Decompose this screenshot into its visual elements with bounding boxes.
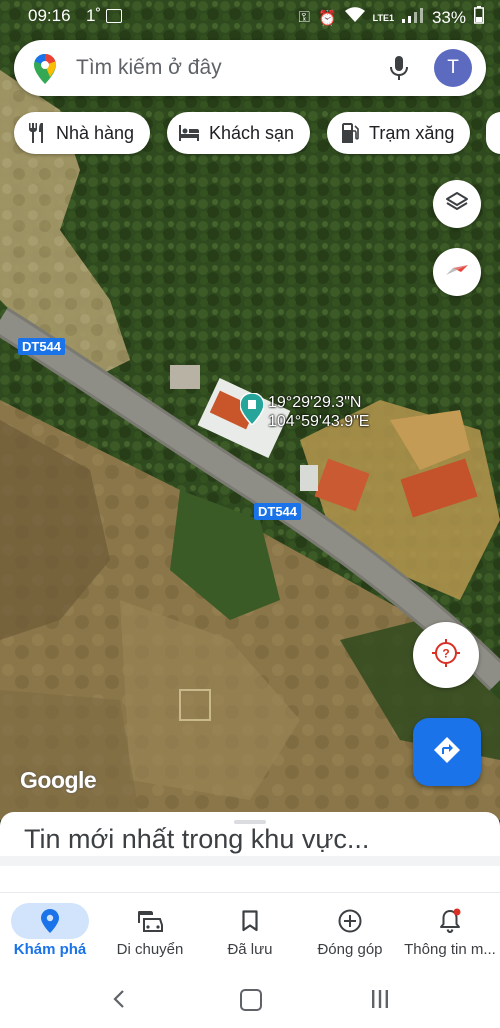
sheet-divider: [0, 856, 500, 866]
key-icon: ⚿: [298, 9, 310, 26]
status-time: 09:16: [28, 6, 71, 25]
svg-text:?: ?: [442, 646, 449, 660]
tab-contribute[interactable]: Đóng góp: [300, 893, 400, 971]
chip-label: Nhà hàng: [56, 122, 135, 143]
commute-icon: [111, 903, 189, 939]
chip-restaurants[interactable]: Nhà hàng: [14, 112, 151, 154]
tab-label: Di chuyển: [116, 941, 184, 958]
tab-label: Đã lưu: [227, 941, 273, 958]
tab-label: Khám phá: [13, 941, 87, 958]
gas-station-icon: [339, 122, 361, 144]
search-input[interactable]: Tìm kiếm ở đây: [76, 56, 222, 80]
explore-pin-icon: [11, 903, 89, 939]
layers-icon: [445, 190, 469, 219]
google-maps-logo-icon: [34, 54, 56, 89]
system-navigation-bar: [0, 970, 500, 1028]
tab-commute[interactable]: Di chuyển: [100, 893, 200, 971]
notifications-icon: [411, 903, 489, 939]
signal-icon: [401, 7, 424, 28]
microphone-icon[interactable]: [390, 56, 408, 85]
tab-saved[interactable]: Đã lưu: [200, 893, 300, 971]
home-icon[interactable]: [240, 989, 262, 1011]
compass-icon: [444, 257, 470, 288]
road-label: DT544: [18, 338, 66, 355]
hotel-icon: [179, 122, 201, 144]
layers-button[interactable]: [433, 180, 481, 228]
tab-label: Thông tin m...: [404, 941, 496, 958]
tab-label: Đóng góp: [317, 941, 383, 958]
recents-icon[interactable]: [371, 990, 389, 1013]
directions-button[interactable]: [413, 718, 481, 786]
location-unknown-icon: ?: [431, 638, 461, 673]
wifi-icon: [344, 7, 365, 28]
status-extra: 1˚: [86, 6, 102, 25]
tab-updates[interactable]: Thông tin m...: [400, 893, 500, 971]
bottom-navigation: Khám phá Di chuyển Đã lưu Đóng góp Thông…: [0, 892, 500, 971]
status-bar: 09:16 1˚ ⚿ ⏰ LTE1 33%: [0, 0, 500, 32]
alarm-icon: ⏰: [317, 9, 337, 27]
screenshot-icon: [106, 9, 122, 23]
longitude-text: 104°59'43.9"E: [268, 413, 370, 430]
network-type: LTE1: [372, 12, 394, 23]
latitude-text: 19°29'29.3"N: [268, 394, 362, 411]
my-location-button[interactable]: ?: [413, 622, 479, 688]
chip-hotels[interactable]: Khách sạn: [167, 112, 311, 154]
sheet-title: Tin mới nhất trong khu vực...: [24, 824, 370, 854]
tab-explore[interactable]: Khám phá: [0, 893, 100, 971]
google-attribution: Google: [20, 767, 97, 793]
add-circle-icon: [311, 903, 389, 939]
chip-gas-stations[interactable]: Trạm xăng: [327, 112, 471, 154]
chip-label: Khách sạn: [209, 122, 295, 143]
back-icon[interactable]: [112, 989, 126, 1014]
battery-percent: 33%: [431, 7, 466, 27]
directions-icon: [432, 735, 462, 770]
chip-more[interactable]: [486, 112, 500, 154]
compass-button[interactable]: [433, 248, 481, 296]
bottom-sheet[interactable]: Tin mới nhất trong khu vực...: [0, 812, 500, 892]
pin-coordinates: 19°29'29.3"N 104°59'43.9"E: [268, 393, 369, 431]
chip-label: Trạm xăng: [369, 122, 455, 143]
avatar[interactable]: T: [434, 49, 472, 87]
restaurant-icon: [26, 122, 48, 144]
battery-icon: [474, 6, 484, 29]
dropped-pin-icon[interactable]: [239, 392, 265, 427]
bookmark-icon: [211, 903, 289, 939]
search-bar[interactable]: Tìm kiếm ở đây T: [14, 40, 486, 96]
road-label: DT544: [254, 503, 302, 520]
